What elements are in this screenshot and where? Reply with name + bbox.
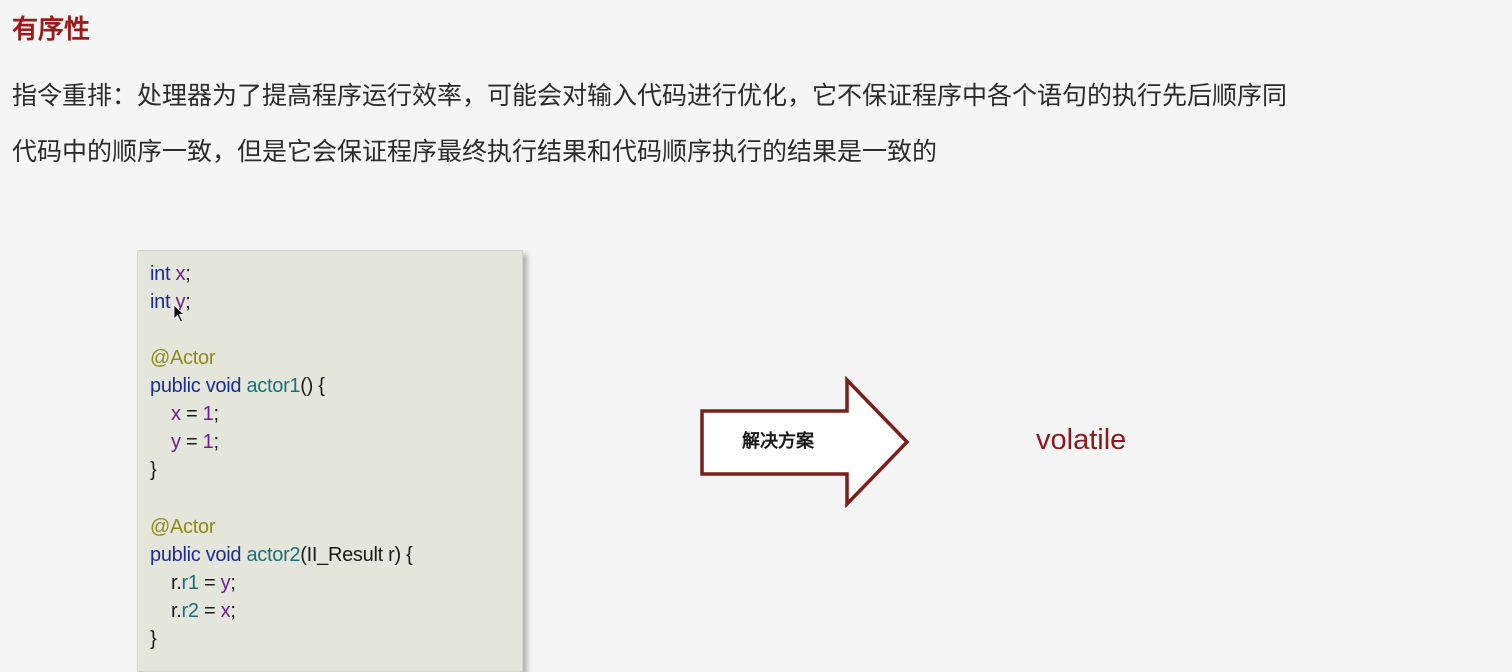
description-paragraph: 指令重排：处理器为了提高程序运行效率，可能会对输入代码进行优化，它不保证程序中各… (12, 68, 1502, 180)
code-line-annotation-1: @Actor (150, 347, 216, 369)
code-line-assign-x: x = 1; (171, 403, 219, 425)
mouse-cursor-icon (173, 304, 186, 323)
code-line-close-2: } (150, 628, 157, 650)
code-line-assign-r2: r.r2 = x; (171, 600, 236, 622)
arrow-label: 解决方案 (742, 431, 814, 452)
code-line-declare-x: int x; (150, 263, 191, 285)
code-snippet: int x; int y; @Actor public void actor1(… (137, 250, 523, 672)
code-line-close-1: } (150, 459, 157, 481)
section-title: 有序性 (12, 15, 91, 45)
code-line-assign-r1: r.r1 = y; (171, 572, 236, 594)
solution-text: volatile (1036, 424, 1127, 456)
description-line-2: 代码中的顺序一致，但是它会保证程序最终执行结果和代码顺序执行的结果是一致的 (12, 137, 938, 166)
description-line-1: 指令重排：处理器为了提高程序运行效率，可能会对输入代码进行优化，它不保证程序中各… (12, 81, 1288, 110)
code-line-assign-y: y = 1; (171, 431, 219, 453)
code-line-method-actor1: public void actor1() { (150, 375, 325, 397)
code-line-method-actor2: public void actor2(II_Result r) { (150, 544, 413, 566)
code-line-annotation-2: @Actor (150, 516, 216, 538)
